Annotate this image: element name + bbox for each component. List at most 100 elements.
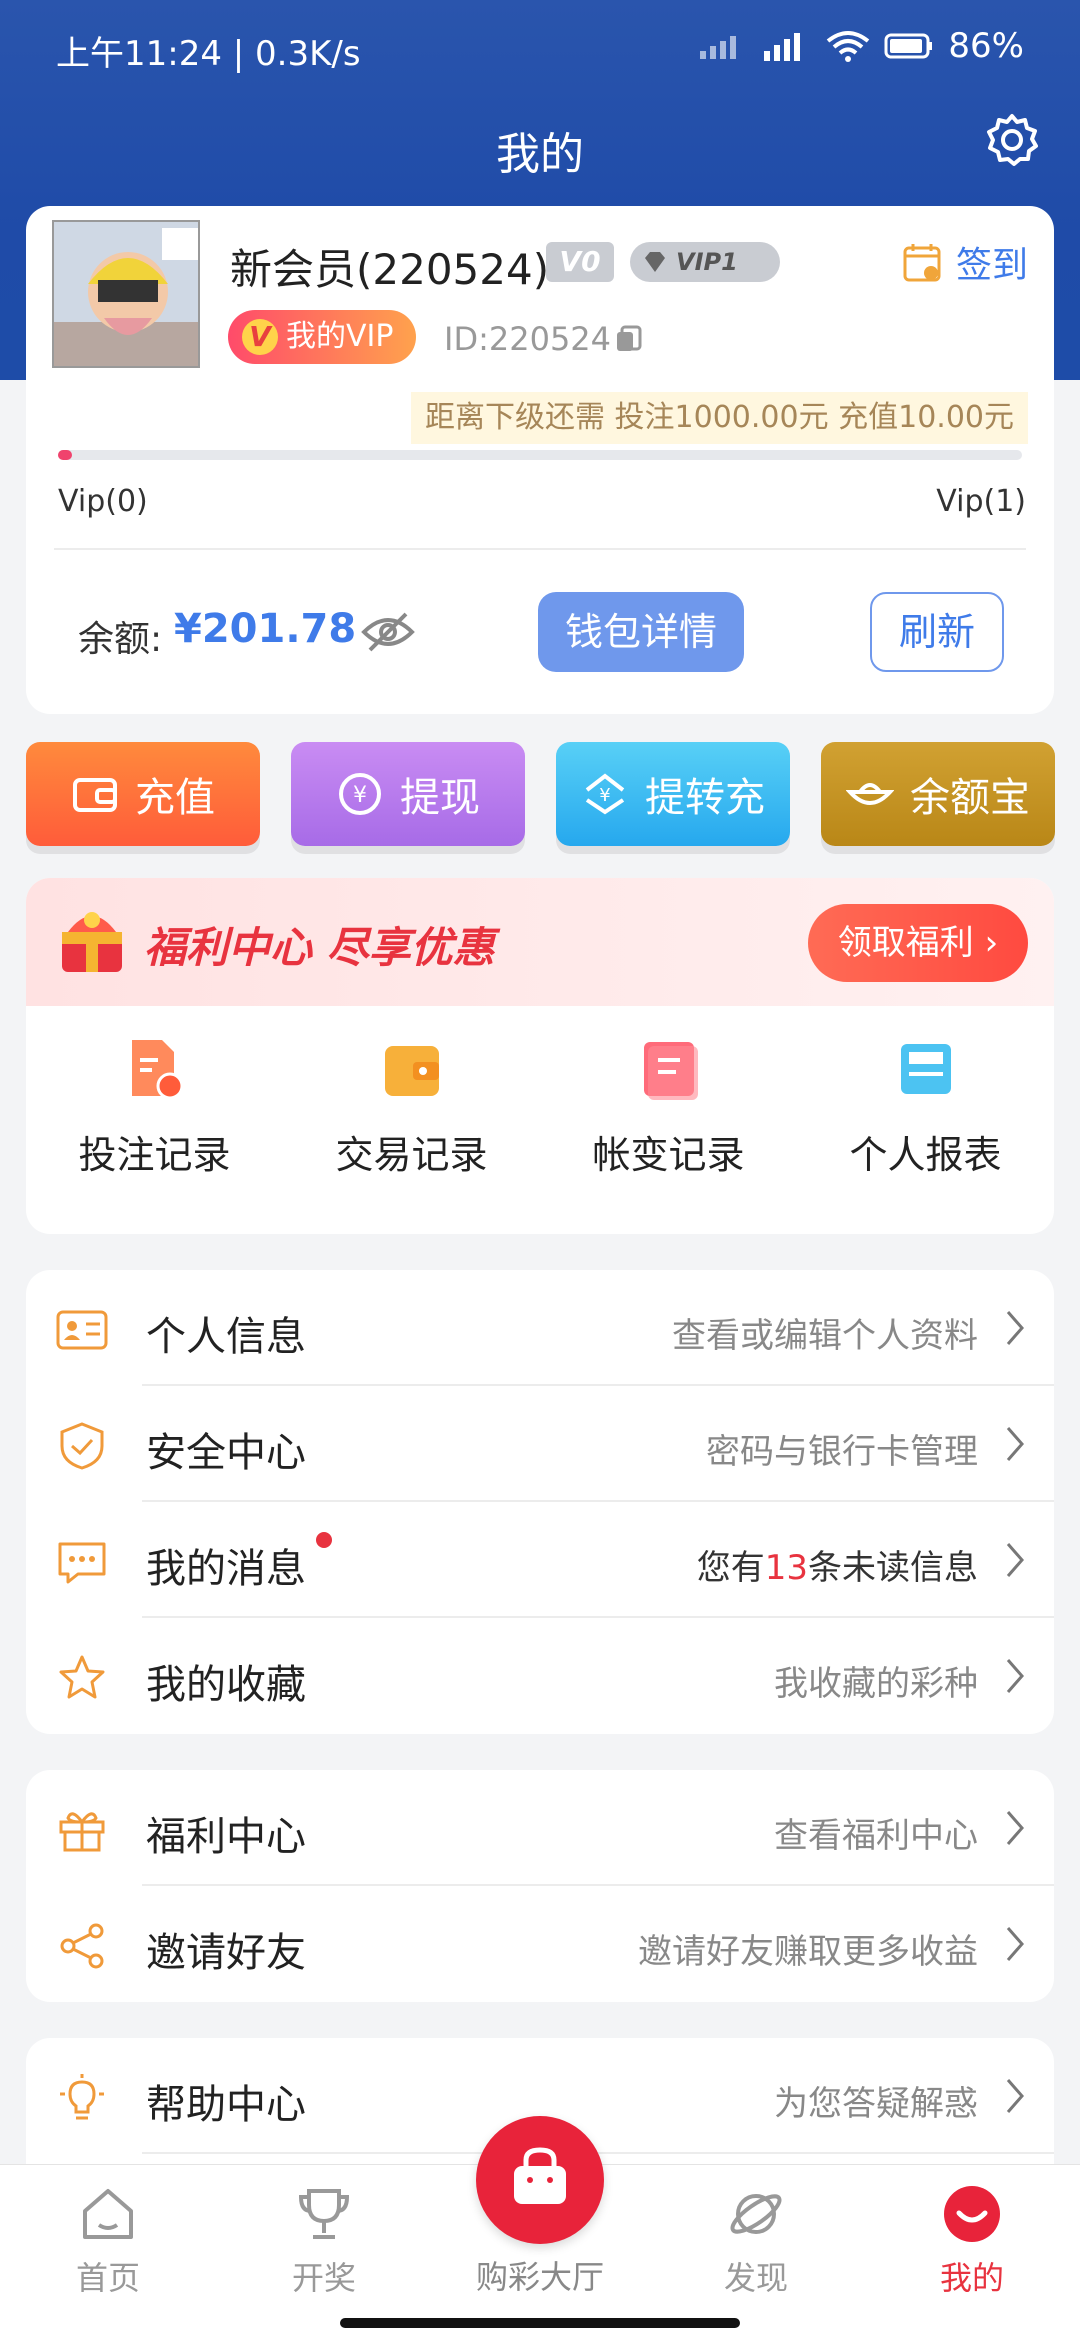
id-card-icon bbox=[56, 1310, 108, 1350]
bet-record-item[interactable]: 投注记录 bbox=[26, 1036, 283, 1179]
menu-label: 个人信息 bbox=[146, 1314, 306, 1360]
vip-v-icon: V bbox=[242, 319, 278, 355]
my-vip-label: 我的VIP bbox=[286, 319, 394, 354]
vip-current-level: Vip(0) bbox=[58, 484, 148, 519]
unread-count: 13 bbox=[764, 1548, 808, 1588]
personal-report-label: 个人报表 bbox=[849, 1133, 1002, 1177]
profile-card: 新会员(220524) V0 VIP1 V 我的VIP ID:220524 签到… bbox=[26, 206, 1054, 714]
wallet-icon bbox=[73, 778, 117, 812]
personal-report-item[interactable]: 个人报表 bbox=[797, 1036, 1054, 1179]
menu-desc: 我收藏的彩种 bbox=[774, 1664, 978, 1704]
chevron-right-icon bbox=[1006, 2079, 1024, 2113]
menu-item-favorites[interactable]: 我的收藏 我收藏的彩种 bbox=[26, 1618, 1054, 1734]
tab-mine[interactable]: 我的 bbox=[892, 2183, 1052, 2299]
menu-group-welfare: 福利中心 查看福利中心 邀请好友 邀请好友赚取更多收益 bbox=[26, 1770, 1054, 2002]
my-vip-button[interactable]: V 我的VIP bbox=[228, 310, 416, 364]
page-title: 我的 bbox=[496, 129, 584, 180]
message-icon bbox=[58, 1542, 106, 1584]
welfare-card: 福利中心 尽享优惠 领取福利 › 投注记录 交易记录 帐变记录 个人报表 bbox=[26, 878, 1054, 1234]
refresh-button[interactable]: 刷新 bbox=[870, 592, 1004, 672]
star-icon bbox=[59, 1655, 105, 1699]
recharge-label: 充值 bbox=[135, 775, 215, 821]
account-change-item[interactable]: 帐变记录 bbox=[540, 1036, 797, 1179]
bet-record-icon bbox=[131, 1040, 183, 1100]
vip-progress-fill bbox=[58, 450, 72, 460]
level-tip: 距离下级还需 投注1000.00元 充值10.00元 bbox=[410, 392, 1028, 444]
vip-badge-label: VIP1 bbox=[676, 248, 738, 276]
tab-hall-label: 购彩大厅 bbox=[475, 2258, 604, 2296]
account-change-icon bbox=[643, 1042, 698, 1100]
treasure-chest-icon bbox=[62, 912, 122, 972]
wallet-record-icon bbox=[384, 1046, 439, 1096]
menu-desc: 为您答疑解惑 bbox=[774, 2084, 978, 2124]
tab-discover-label: 发现 bbox=[723, 2259, 788, 2297]
report-icon bbox=[900, 1044, 951, 1094]
divider bbox=[54, 548, 1026, 550]
svg-text:¥: ¥ bbox=[353, 783, 367, 808]
trophy-icon bbox=[298, 2189, 350, 2239]
menu-label: 安全中心 bbox=[146, 1430, 306, 1476]
status-indicators: 86% bbox=[698, 26, 1024, 66]
withdraw-icon: ¥ bbox=[339, 773, 381, 815]
calendar-icon bbox=[903, 244, 941, 282]
withdraw-button[interactable]: ¥ 提现 bbox=[291, 742, 525, 846]
copy-icon[interactable] bbox=[614, 324, 644, 354]
recharge-button[interactable]: 充值 bbox=[26, 742, 260, 846]
home-icon bbox=[83, 2189, 133, 2239]
wifi-icon bbox=[827, 31, 870, 62]
chevron-right-icon bbox=[1006, 1659, 1024, 1693]
gear-icon[interactable] bbox=[984, 112, 1040, 168]
transfer-label: 提转充 bbox=[645, 775, 765, 821]
transaction-record-item[interactable]: 交易记录 bbox=[283, 1036, 540, 1179]
wallet-details-button[interactable]: 钱包详情 bbox=[538, 592, 744, 672]
menu-item-invite-friends[interactable]: 邀请好友 邀请好友赚取更多收益 bbox=[26, 1886, 1054, 2002]
menu-desc: 查看福利中心 bbox=[774, 1816, 978, 1856]
chevron-right-icon bbox=[1006, 1427, 1024, 1461]
menu-label: 我的消息 bbox=[146, 1546, 306, 1592]
menu-label: 福利中心 bbox=[146, 1814, 306, 1860]
menu-item-personal-info[interactable]: 个人信息 查看或编辑个人资料 bbox=[26, 1270, 1054, 1386]
tab-hall-button[interactable] bbox=[476, 2116, 604, 2244]
tab-lottery[interactable]: 开奖 bbox=[244, 2183, 404, 2299]
status-bar: 上午11:24 | 0.3K/s 86% bbox=[0, 0, 1080, 90]
yuebao-label: 余额宝 bbox=[910, 775, 1030, 821]
unread-dot bbox=[316, 1532, 332, 1548]
transfer-recharge-button[interactable]: ¥ 提转充 bbox=[556, 742, 790, 846]
avatar[interactable] bbox=[52, 220, 200, 368]
signal-hd-icon bbox=[764, 33, 801, 61]
chevron-right-icon bbox=[1006, 1311, 1024, 1345]
planet-icon bbox=[730, 2194, 782, 2234]
bulb-icon bbox=[60, 2074, 104, 2120]
signal-icon bbox=[700, 36, 737, 59]
tab-home-label: 首页 bbox=[75, 2259, 140, 2297]
vip-badge: VIP1 bbox=[630, 242, 780, 282]
smile-face-icon bbox=[944, 2186, 1000, 2242]
withdraw-label: 提现 bbox=[400, 775, 480, 821]
account-change-label: 帐变记录 bbox=[592, 1133, 745, 1177]
menu-label: 我的收藏 bbox=[146, 1662, 306, 1708]
eye-hidden-icon[interactable] bbox=[360, 610, 416, 654]
menu-item-messages[interactable]: 我的消息 您有13条未读信息 bbox=[26, 1502, 1054, 1618]
bet-record-label: 投注记录 bbox=[78, 1133, 231, 1177]
menu-item-welfare-center[interactable]: 福利中心 查看福利中心 bbox=[26, 1770, 1054, 1886]
menu-group-account: 个人信息 查看或编辑个人资料 安全中心 密码与银行卡管理 我的消息 您有13条未… bbox=[26, 1270, 1054, 1734]
vip-progress-bar bbox=[58, 450, 1022, 460]
unread-suffix: 条未读信息 bbox=[808, 1548, 978, 1588]
checkin-button[interactable]: 签到 bbox=[902, 236, 1028, 288]
claim-welfare-label: 领取福利 bbox=[837, 923, 974, 963]
level-badge: V0 bbox=[546, 242, 614, 282]
tab-home[interactable]: 首页 bbox=[28, 2183, 188, 2299]
claim-welfare-button[interactable]: 领取福利 › bbox=[808, 904, 1028, 982]
transfer-icon: ¥ bbox=[585, 773, 625, 815]
tab-mine-label: 我的 bbox=[939, 2259, 1004, 2297]
yuebao-button[interactable]: 余额宝 bbox=[821, 742, 1055, 846]
battery-icon bbox=[884, 33, 933, 59]
welfare-title: 福利中心 尽享优惠 bbox=[144, 923, 495, 972]
chevron-right-icon bbox=[1006, 1927, 1024, 1961]
menu-desc: 密码与银行卡管理 bbox=[706, 1432, 978, 1472]
tab-discover[interactable]: 发现 bbox=[676, 2183, 836, 2299]
shield-icon bbox=[60, 1422, 104, 1470]
user-id: ID:220524 bbox=[444, 320, 612, 358]
menu-item-security[interactable]: 安全中心 密码与银行卡管理 bbox=[26, 1386, 1054, 1502]
username: 新会员(220524) bbox=[230, 245, 550, 294]
